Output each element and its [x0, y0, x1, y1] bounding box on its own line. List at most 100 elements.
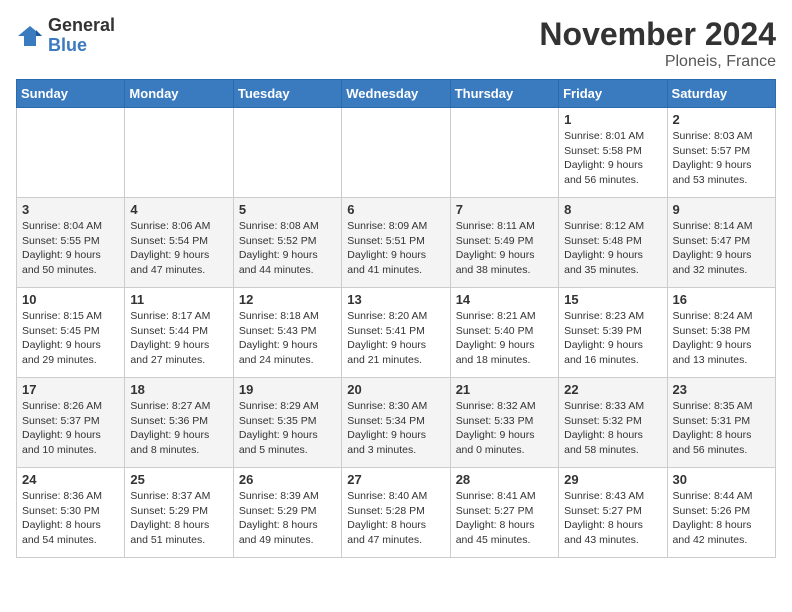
- logo-general: General: [48, 16, 115, 36]
- calendar-week-row: 10Sunrise: 8:15 AM Sunset: 5:45 PM Dayli…: [17, 288, 776, 378]
- day-number: 4: [130, 202, 227, 217]
- calendar-cell: [125, 108, 233, 198]
- calendar-cell: 14 Sunrise: 8:21 AM Sunset: 5:40 PM Dayli…: [450, 288, 558, 378]
- calendar-cell: 26 Sunrise: 8:39 AM Sunset: 5:29 PM Dayli…: [233, 468, 341, 558]
- calendar-cell: 4 Sunrise: 8:06 AM Sunset: 5:54 PM Daylig…: [125, 198, 233, 288]
- day-info: Sunrise: 8:20 AM Sunset: 5:41 PM Dayligh…: [347, 309, 444, 368]
- day-number: 30: [673, 472, 770, 487]
- day-info: Sunrise: 8:23 AM Sunset: 5:39 PM Dayligh…: [564, 309, 661, 368]
- calendar-day-header: Monday: [125, 80, 233, 108]
- day-info: Sunrise: 8:15 AM Sunset: 5:45 PM Dayligh…: [22, 309, 119, 368]
- day-info: Sunrise: 8:06 AM Sunset: 5:54 PM Dayligh…: [130, 219, 227, 278]
- day-number: 23: [673, 382, 770, 397]
- calendar-cell: 2Sunrise: 8:03 AM Sunset: 5:57 PM Daylig…: [667, 108, 775, 198]
- day-info: Sunrise: 8:08 AM Sunset: 5:52 PM Dayligh…: [239, 219, 336, 278]
- day-info: Sunrise: 8:41 AM Sunset: 5:27 PM Dayligh…: [456, 489, 553, 548]
- day-number: 16: [673, 292, 770, 307]
- day-number: 25: [130, 472, 227, 487]
- calendar-body: 1 Sunrise: 8:01 AM Sunset: 5:58 PM Daylig…: [17, 108, 776, 558]
- day-info: Sunrise: 8:39 AM Sunset: 5:29 PM Dayligh…: [239, 489, 336, 548]
- calendar-week-row: 24Sunrise: 8:36 AM Sunset: 5:30 PM Dayli…: [17, 468, 776, 558]
- day-number: 11: [130, 292, 227, 307]
- calendar-cell: 6 Sunrise: 8:09 AM Sunset: 5:51 PM Daylig…: [342, 198, 450, 288]
- calendar-cell: 1 Sunrise: 8:01 AM Sunset: 5:58 PM Daylig…: [559, 108, 667, 198]
- day-number: 3: [22, 202, 119, 217]
- location: Ploneis, France: [539, 53, 776, 71]
- day-number: 26: [239, 472, 336, 487]
- calendar-cell: 7 Sunrise: 8:11 AM Sunset: 5:49 PM Daylig…: [450, 198, 558, 288]
- day-number: 21: [456, 382, 553, 397]
- day-number: 18: [130, 382, 227, 397]
- day-info: Sunrise: 8:30 AM Sunset: 5:34 PM Dayligh…: [347, 399, 444, 458]
- calendar-cell: 3Sunrise: 8:04 AM Sunset: 5:55 PM Daylig…: [17, 198, 125, 288]
- calendar-week-row: 1 Sunrise: 8:01 AM Sunset: 5:58 PM Daylig…: [17, 108, 776, 198]
- day-info: Sunrise: 8:09 AM Sunset: 5:51 PM Dayligh…: [347, 219, 444, 278]
- calendar-cell: 20 Sunrise: 8:30 AM Sunset: 5:34 PM Dayli…: [342, 378, 450, 468]
- calendar-cell: [17, 108, 125, 198]
- calendar-cell: 11 Sunrise: 8:17 AM Sunset: 5:44 PM Dayli…: [125, 288, 233, 378]
- day-info: Sunrise: 8:21 AM Sunset: 5:40 PM Dayligh…: [456, 309, 553, 368]
- calendar-cell: 25 Sunrise: 8:37 AM Sunset: 5:29 PM Dayli…: [125, 468, 233, 558]
- calendar-day-header: Tuesday: [233, 80, 341, 108]
- logo-text: General Blue: [48, 16, 115, 56]
- calendar-cell: 30 Sunrise: 8:44 AM Sunset: 5:26 PM Dayli…: [667, 468, 775, 558]
- calendar-cell: 22 Sunrise: 8:33 AM Sunset: 5:32 PM Dayli…: [559, 378, 667, 468]
- calendar-cell: 27Sunrise: 8:40 AM Sunset: 5:28 PM Dayli…: [342, 468, 450, 558]
- day-number: 6: [347, 202, 444, 217]
- day-number: 7: [456, 202, 553, 217]
- calendar-table: SundayMondayTuesdayWednesdayThursdayFrid…: [16, 79, 776, 558]
- day-info: Sunrise: 8:35 AM Sunset: 5:31 PM Dayligh…: [673, 399, 770, 458]
- calendar-cell: 9 Sunrise: 8:14 AM Sunset: 5:47 PM Daylig…: [667, 198, 775, 288]
- day-number: 13: [347, 292, 444, 307]
- day-info: Sunrise: 8:17 AM Sunset: 5:44 PM Dayligh…: [130, 309, 227, 368]
- day-number: 8: [564, 202, 661, 217]
- calendar-cell: 10Sunrise: 8:15 AM Sunset: 5:45 PM Dayli…: [17, 288, 125, 378]
- day-info: Sunrise: 8:43 AM Sunset: 5:27 PM Dayligh…: [564, 489, 661, 548]
- calendar-cell: 5 Sunrise: 8:08 AM Sunset: 5:52 PM Daylig…: [233, 198, 341, 288]
- calendar-cell: 18 Sunrise: 8:27 AM Sunset: 5:36 PM Dayli…: [125, 378, 233, 468]
- day-number: 28: [456, 472, 553, 487]
- day-number: 29: [564, 472, 661, 487]
- day-info: Sunrise: 8:33 AM Sunset: 5:32 PM Dayligh…: [564, 399, 661, 458]
- day-number: 14: [456, 292, 553, 307]
- day-info: Sunrise: 8:26 AM Sunset: 5:37 PM Dayligh…: [22, 399, 119, 458]
- calendar-cell: 8 Sunrise: 8:12 AM Sunset: 5:48 PM Daylig…: [559, 198, 667, 288]
- calendar-cell: [233, 108, 341, 198]
- calendar-week-row: 3Sunrise: 8:04 AM Sunset: 5:55 PM Daylig…: [17, 198, 776, 288]
- calendar-cell: 24Sunrise: 8:36 AM Sunset: 5:30 PM Dayli…: [17, 468, 125, 558]
- calendar-cell: [342, 108, 450, 198]
- day-info: Sunrise: 8:40 AM Sunset: 5:28 PM Dayligh…: [347, 489, 444, 548]
- day-info: Sunrise: 8:18 AM Sunset: 5:43 PM Dayligh…: [239, 309, 336, 368]
- day-info: Sunrise: 8:01 AM Sunset: 5:58 PM Dayligh…: [564, 129, 661, 188]
- day-number: 17: [22, 382, 119, 397]
- day-number: 5: [239, 202, 336, 217]
- calendar-day-header: Saturday: [667, 80, 775, 108]
- day-number: 15: [564, 292, 661, 307]
- logo-blue-text: Blue: [48, 36, 115, 56]
- calendar-header-row: SundayMondayTuesdayWednesdayThursdayFrid…: [17, 80, 776, 108]
- logo: General Blue: [16, 16, 115, 56]
- day-number: 22: [564, 382, 661, 397]
- day-info: Sunrise: 8:12 AM Sunset: 5:48 PM Dayligh…: [564, 219, 661, 278]
- day-number: 20: [347, 382, 444, 397]
- calendar-cell: 15 Sunrise: 8:23 AM Sunset: 5:39 PM Dayli…: [559, 288, 667, 378]
- calendar-cell: 16Sunrise: 8:24 AM Sunset: 5:38 PM Dayli…: [667, 288, 775, 378]
- calendar-cell: 28 Sunrise: 8:41 AM Sunset: 5:27 PM Dayli…: [450, 468, 558, 558]
- day-info: Sunrise: 8:14 AM Sunset: 5:47 PM Dayligh…: [673, 219, 770, 278]
- day-info: Sunrise: 8:27 AM Sunset: 5:36 PM Dayligh…: [130, 399, 227, 458]
- day-info: Sunrise: 8:11 AM Sunset: 5:49 PM Dayligh…: [456, 219, 553, 278]
- day-number: 9: [673, 202, 770, 217]
- calendar-cell: 13 Sunrise: 8:20 AM Sunset: 5:41 PM Dayli…: [342, 288, 450, 378]
- day-number: 24: [22, 472, 119, 487]
- day-number: 12: [239, 292, 336, 307]
- page-header: General Blue November 2024 Ploneis, Fran…: [16, 16, 776, 71]
- day-info: Sunrise: 8:44 AM Sunset: 5:26 PM Dayligh…: [673, 489, 770, 548]
- calendar-cell: 19Sunrise: 8:29 AM Sunset: 5:35 PM Dayli…: [233, 378, 341, 468]
- calendar-cell: 12 Sunrise: 8:18 AM Sunset: 5:43 PM Dayli…: [233, 288, 341, 378]
- calendar-day-header: Thursday: [450, 80, 558, 108]
- calendar-day-header: Friday: [559, 80, 667, 108]
- month-title: November 2024: [539, 16, 776, 53]
- day-info: Sunrise: 8:37 AM Sunset: 5:29 PM Dayligh…: [130, 489, 227, 548]
- calendar-cell: 17 Sunrise: 8:26 AM Sunset: 5:37 PM Dayli…: [17, 378, 125, 468]
- day-number: 1: [564, 112, 661, 127]
